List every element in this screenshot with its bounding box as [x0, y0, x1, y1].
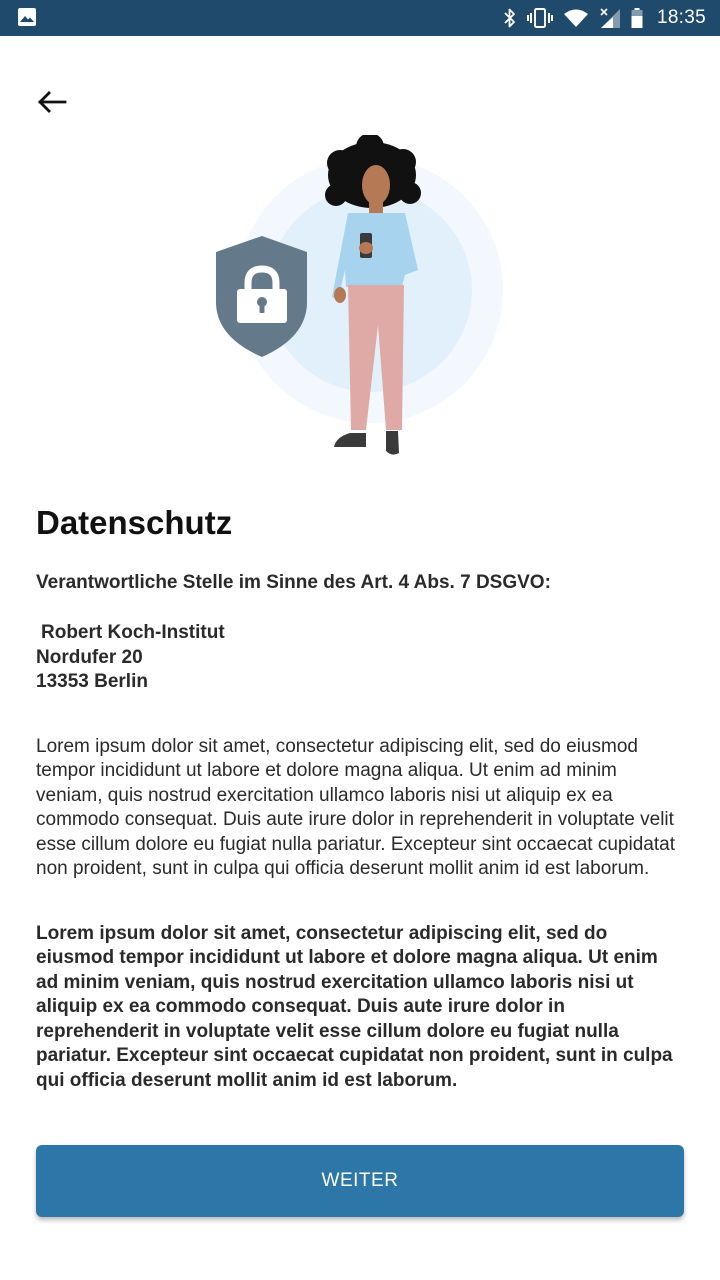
- status-bar: 18:35: [0, 0, 720, 36]
- back-button[interactable]: [30, 84, 74, 120]
- privacy-illustration: [216, 135, 503, 455]
- vibrate-icon: [526, 8, 553, 28]
- arrow-left-icon: [38, 91, 67, 113]
- status-time: 18:35: [656, 7, 706, 28]
- image-icon: [18, 8, 36, 26]
- continue-button[interactable]: WEITER: [36, 1145, 684, 1217]
- address-city: 13353 Berlin: [36, 671, 148, 692]
- body-paragraph: Lorem ipsum dolor sit amet, consectetur …: [36, 735, 675, 880]
- battery-icon: [631, 8, 643, 28]
- privacy-content: Datenschutz Verantwortliche Stelle im Si…: [36, 500, 684, 1133]
- address-street: Nordufer 20: [36, 646, 143, 668]
- signal-icon: [600, 8, 620, 28]
- address-organization: Robert Koch-Institut: [41, 622, 225, 643]
- wifi-icon: [563, 9, 588, 27]
- page-title: Datenschutz: [36, 504, 233, 541]
- bluetooth-icon: [504, 8, 515, 28]
- continue-button-label: WEITER: [321, 1170, 399, 1191]
- address-block: Robert Koch-Institut Nordufer 20 13353 B…: [36, 621, 684, 695]
- body-paragraph-bold: Lorem ipsum dolor sit amet, consectetur …: [36, 922, 673, 1091]
- responsible-party-heading: Verantwortliche Stelle im Sinne des Art.…: [36, 572, 551, 593]
